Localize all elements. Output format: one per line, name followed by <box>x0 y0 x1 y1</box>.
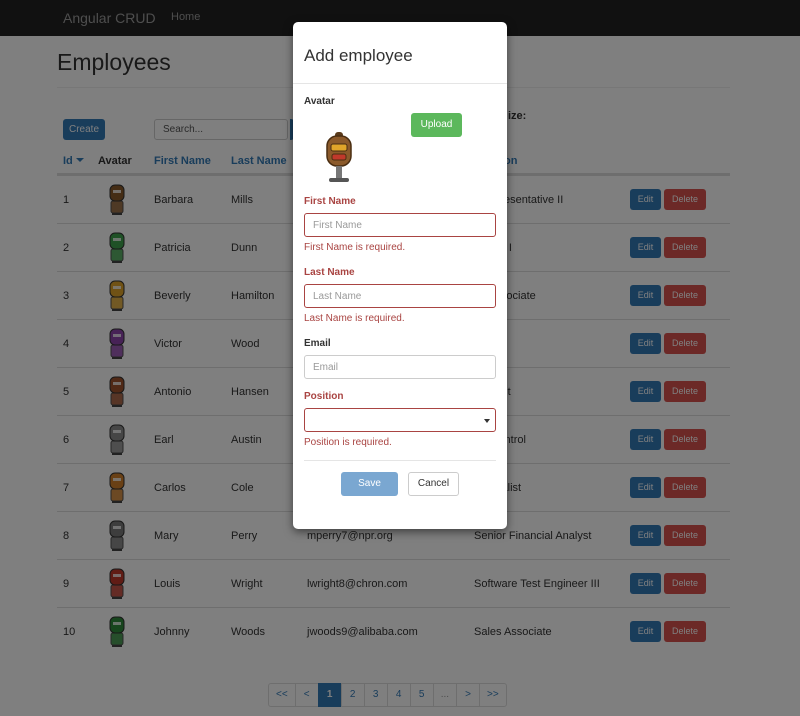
cancel-button[interactable]: Cancel <box>408 472 459 496</box>
add-employee-modal: Add employee Avatar Upload First Name Fi… <box>293 22 507 529</box>
first-name-label: First Name <box>304 196 356 207</box>
robot-eyes <box>330 143 348 152</box>
upload-button[interactable]: Upload <box>411 113 462 137</box>
modal-header-divider <box>293 83 507 84</box>
avatar-label: Avatar <box>304 96 335 107</box>
last-name-error: Last Name is required. <box>304 313 405 324</box>
robot-avatar-preview <box>326 132 352 182</box>
position-select[interactable] <box>304 408 496 432</box>
last-name-label: Last Name <box>304 267 355 278</box>
last-name-input[interactable] <box>304 284 496 308</box>
save-button[interactable]: Save <box>341 472 398 496</box>
robot-mouth <box>331 153 347 161</box>
position-error: Position is required. <box>304 437 392 448</box>
first-name-input[interactable] <box>304 213 496 237</box>
email-label: Email <box>304 338 331 349</box>
modal-title: Add employee <box>304 46 413 65</box>
first-name-error: First Name is required. <box>304 242 406 253</box>
chevron-down-icon <box>484 419 490 423</box>
robot-neck <box>336 166 342 178</box>
position-label: Position <box>304 391 344 402</box>
robot-base <box>329 178 349 182</box>
modal-footer-divider <box>304 460 496 461</box>
email-input[interactable] <box>304 355 496 379</box>
